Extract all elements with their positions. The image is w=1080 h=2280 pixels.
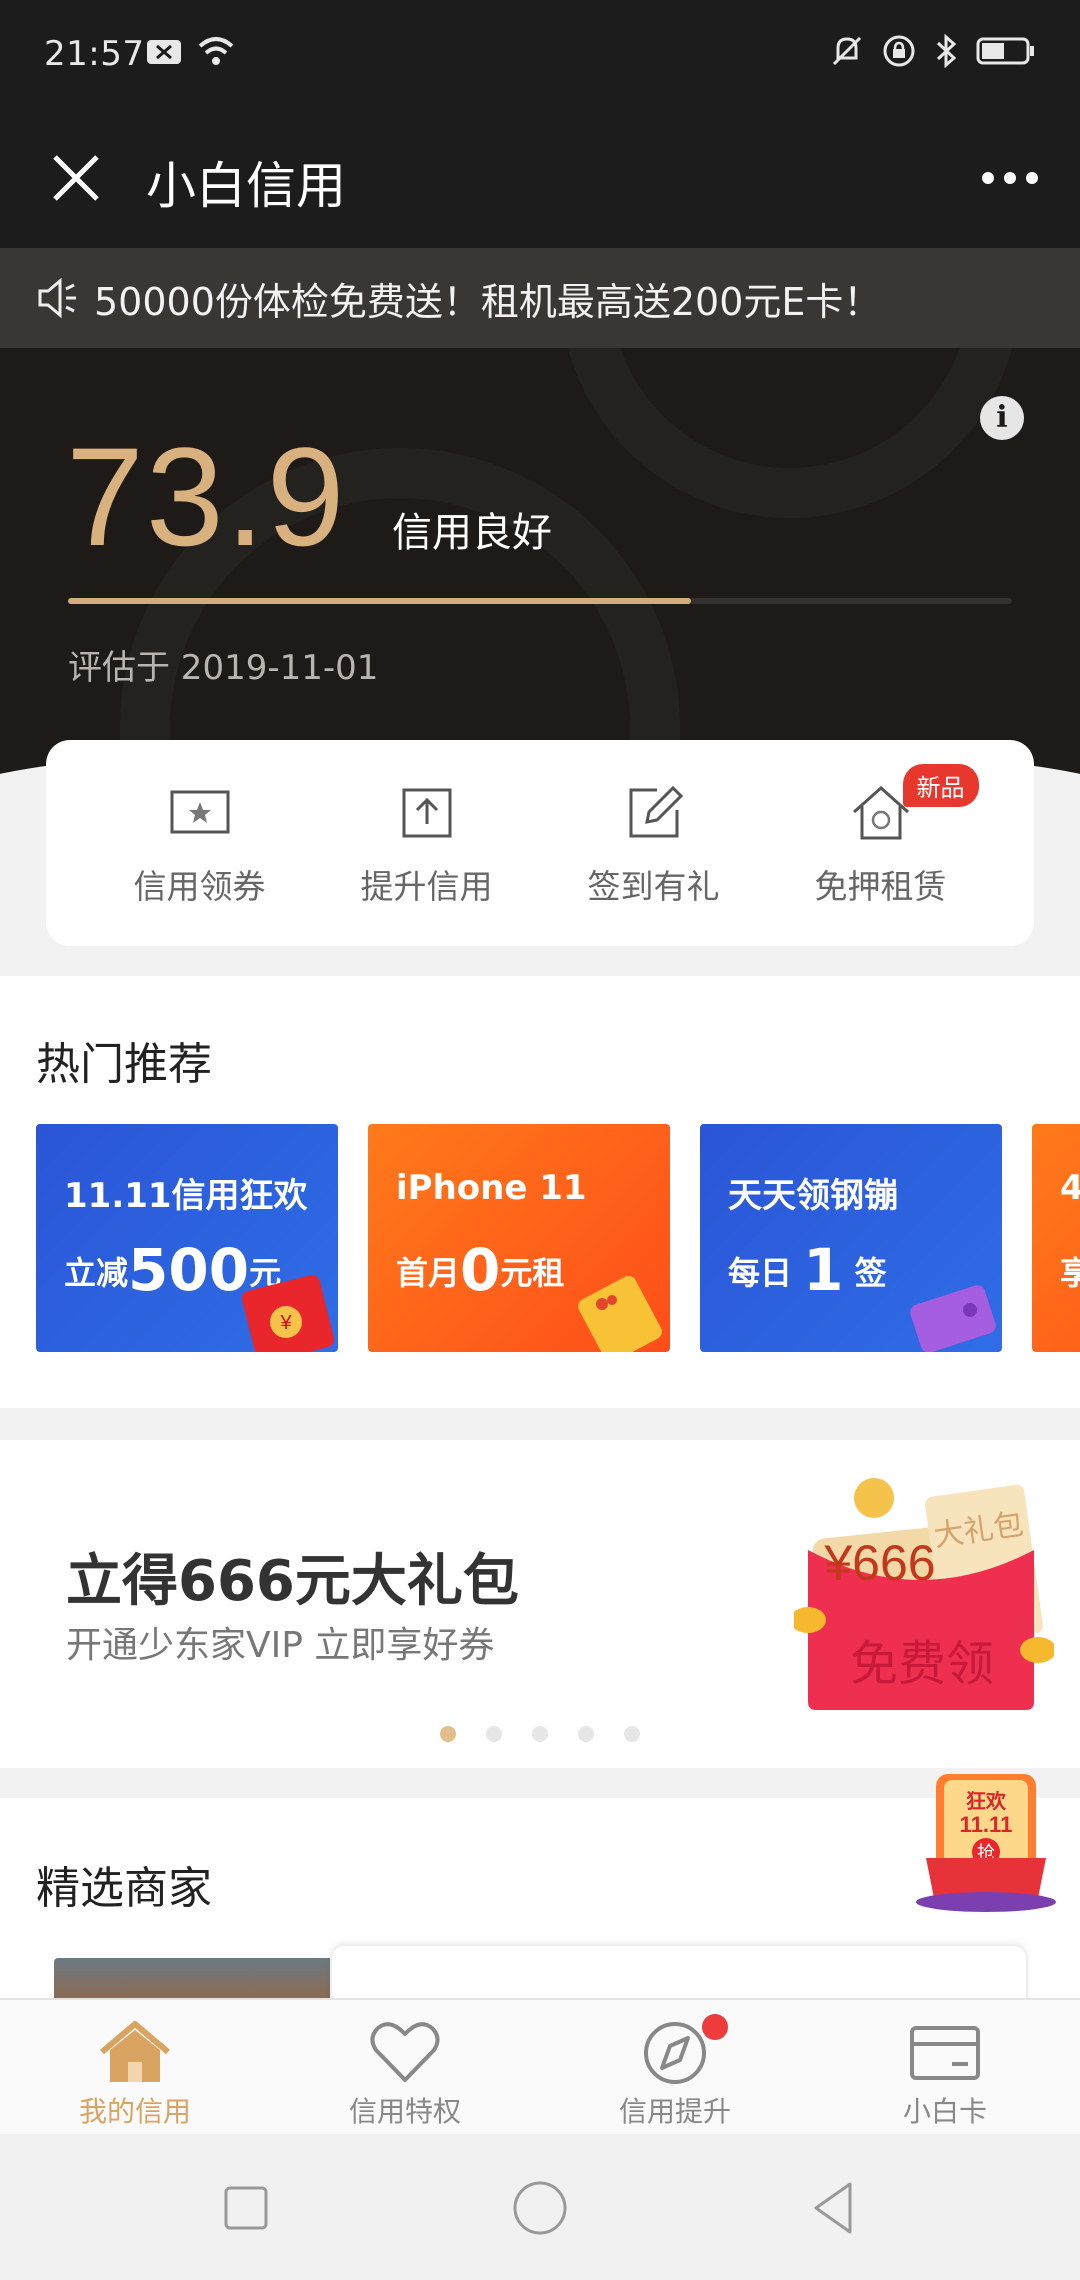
hot-section: 热门推荐 11.11信用狂欢 立减500元 ¥ iPhone 11 首月0元租 … (0, 976, 1080, 1408)
battery-icon (976, 37, 1034, 65)
credit-score: 73.9 (66, 418, 347, 575)
phone-icon (578, 1275, 662, 1352)
new-badge: 新品 (902, 764, 979, 807)
carousel-dot[interactable] (532, 1726, 548, 1742)
coupon-icon (170, 790, 229, 834)
merchant-image[interactable] (54, 1958, 334, 1998)
tab-baitiao-card[interactable]: 小白卡 (810, 2000, 1080, 2134)
section-title: 精选商家 (36, 1863, 212, 1914)
promo-title: 立得666元大礼包 (66, 1549, 519, 1614)
credit-progress-fill (68, 598, 692, 604)
quick-actions: 信用领券 提升信用 签到有礼 免押租赁 新品 (46, 740, 1034, 946)
quick-action-label: 提升信用 (360, 867, 493, 906)
more-dots-icon (982, 172, 994, 184)
notification-dot (702, 2014, 728, 2040)
eval-date: 评估于 2019-11-01 (68, 648, 379, 688)
notice-bar[interactable]: 50000份体检免费送！租机最高送200元E卡！ (0, 248, 1080, 348)
wifi-icon (198, 37, 234, 65)
carousel-dot[interactable] (624, 1726, 640, 1742)
home-nav-icon[interactable] (508, 2176, 572, 2240)
tab-improve[interactable]: 信用提升 (540, 2000, 810, 2134)
back-icon[interactable] (802, 2176, 866, 2240)
tab-privileges[interactable]: 信用特权 (270, 2000, 540, 2134)
card-highlight: 0 (460, 1236, 501, 1304)
credit-progress-bar (68, 598, 1012, 604)
status-time: 21:57 (44, 34, 145, 74)
credit-hero: 50000份体检免费送！租机最高送200元E卡！ i 73.9 信用良好 评估于… (0, 248, 1080, 778)
compass-icon (644, 2022, 706, 2084)
upload-icon (402, 788, 451, 838)
bluetooth-icon (936, 34, 957, 68)
carousel-dots (440, 1726, 640, 1742)
red-packet-image: 大礼包 ¥666 免费领 (794, 1478, 1054, 1710)
notice-text: 50000份体检免费送！租机最高送200元E卡！ (94, 279, 882, 324)
card-title: iPhone 11 (396, 1168, 587, 1208)
card-title: 40 (1060, 1168, 1080, 1208)
hot-cards: 11.11信用狂欢 立减500元 ¥ iPhone 11 首月0元租 天天领钢镚… (36, 1124, 1080, 1354)
svg-text:¥: ¥ (279, 1312, 292, 1334)
card-highlight: 500 (128, 1236, 250, 1304)
quick-action-improve[interactable]: 提升信用 (327, 740, 527, 946)
hot-card[interactable]: 天天领钢镚 每日 1 签 (700, 1124, 1002, 1352)
tab-label: 信用提升 (618, 2095, 731, 2128)
quick-action-label: 免押租赁 (814, 867, 947, 906)
quick-action-checkin[interactable]: 签到有礼 (554, 740, 754, 946)
mute-bell-icon (832, 36, 862, 66)
merchant-card[interactable] (330, 1944, 1028, 2004)
system-nav-bar (0, 2134, 1080, 2280)
edit-icon (629, 785, 683, 838)
svg-text:11.11: 11.11 (960, 1812, 1013, 1837)
close-icon (53, 155, 99, 201)
info-icon[interactable]: i (980, 396, 1024, 440)
quick-action-rent[interactable]: 免押租赁 新品 (781, 740, 981, 946)
recent-apps-icon[interactable] (214, 2176, 278, 2240)
more-button[interactable] (970, 148, 1050, 208)
quick-action-label: 签到有礼 (587, 867, 720, 906)
status-bar: 21:57 (0, 0, 1080, 110)
hot-card[interactable]: 40 享1 (1032, 1124, 1080, 1352)
carousel-dot[interactable] (440, 1726, 456, 1742)
tab-label: 小白卡 (902, 2095, 987, 2128)
card-icon (910, 2026, 980, 2080)
tab-my-credit[interactable]: 我的信用 (0, 2000, 270, 2134)
hot-card[interactable]: iPhone 11 首月0元租 (368, 1124, 670, 1352)
section-title: 热门推荐 (36, 1039, 212, 1090)
hot-card[interactable]: 11.11信用狂欢 立减500元 ¥ (36, 1124, 338, 1352)
tab-label: 信用特权 (348, 2095, 461, 2128)
card-highlight: 1 (803, 1236, 844, 1304)
carousel-dot[interactable] (578, 1726, 594, 1742)
speaker-icon (38, 277, 76, 319)
tab-label: 我的信用 (78, 2095, 191, 2128)
card-title: 天天领钢镚 (728, 1176, 898, 1216)
quick-action-coupon[interactable]: 信用领券 (100, 740, 300, 946)
promo-cta: 免费领 (850, 1636, 994, 1692)
app-bar: 小白信用 (0, 110, 1080, 248)
promo-banner[interactable]: 立得666元大礼包 开通少东家VIP 立即享好券 大礼包 ¥666 免费领 (0, 1440, 1080, 1768)
promo-amount: ¥666 (823, 1535, 935, 1591)
bottom-tab-bar: 我的信用 信用特权 信用提升 小白卡 (0, 1998, 1080, 2134)
red-envelope-icon: ¥ (241, 1275, 334, 1352)
promo-subtitle: 开通少东家VIP 立即享好券 (66, 1625, 495, 1666)
quick-action-label: 信用领券 (133, 867, 266, 906)
floating-promo-icon[interactable]: 狂欢 11.11 抢 (912, 1768, 1062, 1918)
lock-rotation-icon (883, 35, 915, 67)
heart-icon (370, 2022, 440, 2082)
home-icon (100, 2021, 170, 2082)
credit-level: 信用良好 (392, 510, 552, 556)
page-title: 小白信用 (146, 157, 346, 215)
notification-icon (147, 40, 181, 64)
close-button[interactable] (36, 138, 116, 218)
carousel-dot[interactable] (486, 1726, 502, 1742)
wallet-icon (910, 1285, 996, 1352)
svg-text:狂欢: 狂欢 (966, 1789, 1007, 1813)
card-title: 11.11信用狂欢 (64, 1176, 308, 1216)
